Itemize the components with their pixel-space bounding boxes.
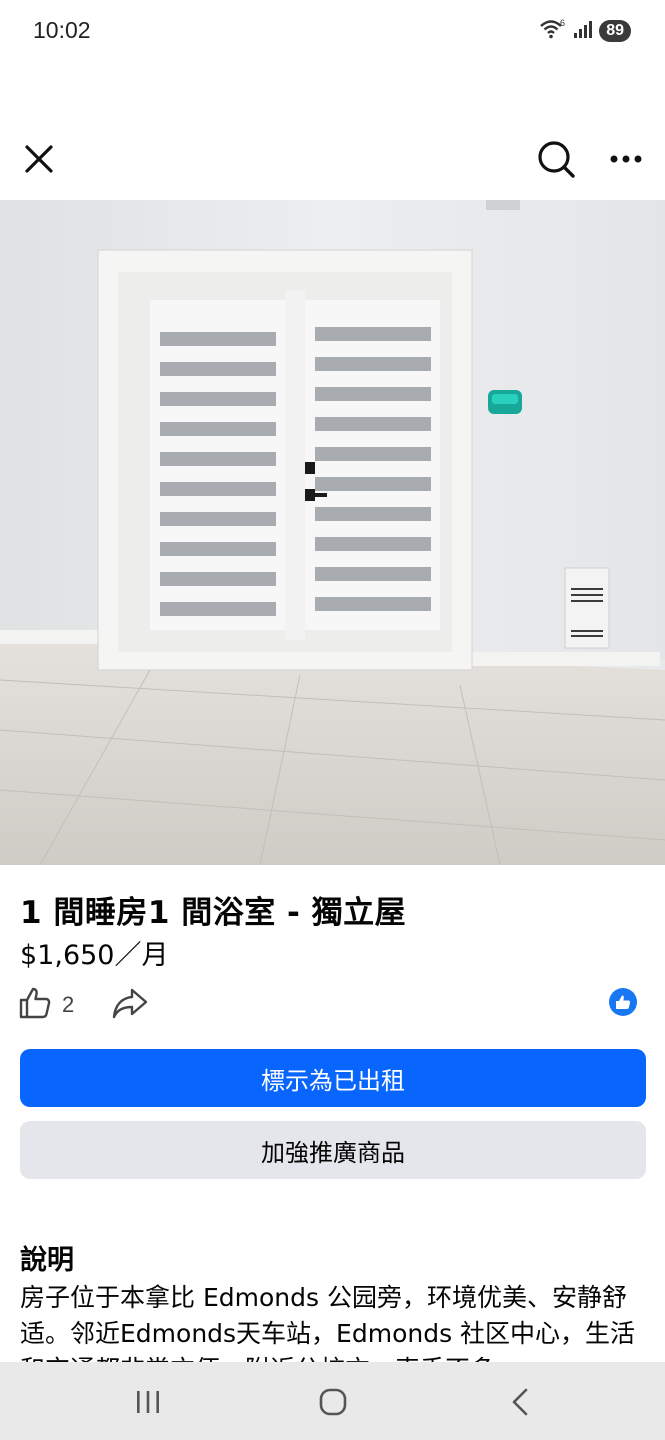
more-horizontal-icon[interactable] [604, 138, 648, 180]
wifi-icon: 6 [539, 18, 567, 44]
system-nav-bar [0, 1362, 665, 1440]
like-button[interactable]: 2 [18, 986, 74, 1024]
recent-apps-icon[interactable] [118, 1380, 178, 1424]
description-body: 房子位于本拿比 Edmonds 公园旁，环境优美、安静舒适。邻近Edmonds天… [20, 1283, 636, 1370]
mark-rented-button[interactable]: 標示為已出租 [20, 1049, 646, 1107]
boost-listing-button[interactable]: 加強推廣商品 [20, 1121, 646, 1179]
home-icon[interactable] [303, 1380, 363, 1424]
listing-price: $1,650／月 [20, 940, 169, 971]
battery-badge: 89 [599, 20, 631, 42]
actions-row: 2 [0, 982, 665, 1028]
status-time: 10:02 [33, 17, 91, 43]
signal-icon [573, 19, 593, 43]
like-count: 2 [62, 992, 75, 1017]
close-icon[interactable] [18, 138, 60, 180]
thumbs-up-icon [18, 986, 52, 1024]
listing-photo[interactable] [0, 200, 665, 865]
status-bar: 10:02 6 89 [0, 0, 665, 64]
description-heading: 說明 [20, 1245, 74, 1276]
status-icons: 6 89 [539, 18, 631, 44]
listing-title: 1 間睡房1 間浴室 - 獨立屋 [20, 895, 407, 931]
like-reaction-icon [609, 988, 637, 1016]
back-icon[interactable] [490, 1380, 550, 1424]
svg-text:6: 6 [560, 18, 565, 28]
search-icon[interactable] [533, 136, 579, 182]
share-arrow-icon [112, 988, 148, 1024]
top-bar [0, 128, 665, 190]
share-button[interactable] [112, 986, 148, 1024]
